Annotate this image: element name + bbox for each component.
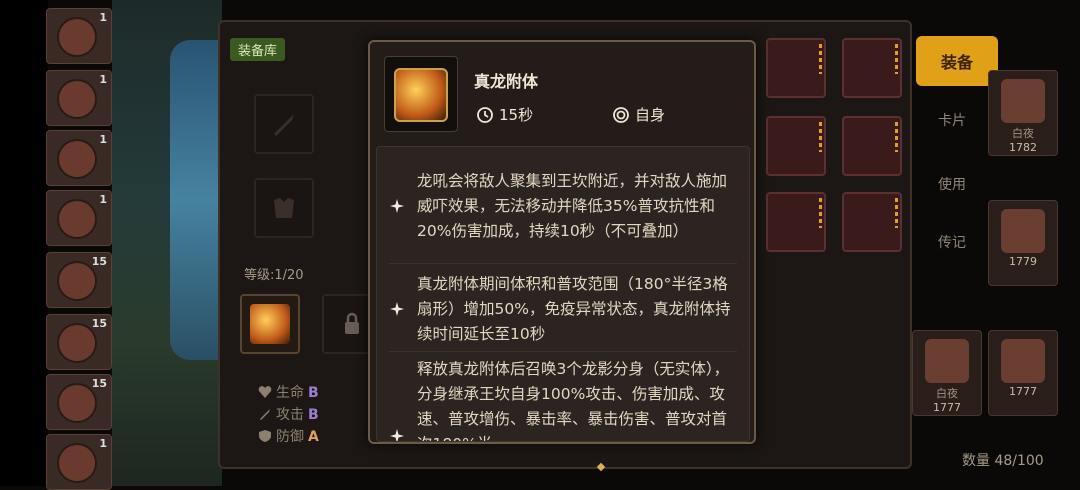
description-text: 释放真龙附体后召唤3个龙影分身（无实体），分身继承王坎自身100%攻击、伤害加成… [417, 360, 730, 441]
sword-icon [274, 114, 294, 136]
panel-title: 装备库 [230, 38, 286, 61]
skill-duration: 15秒 [476, 104, 533, 125]
equipment-item[interactable] [842, 116, 902, 176]
stat-label: 攻击 [276, 407, 304, 423]
sword-icon [260, 409, 270, 420]
duration-value: 15秒 [499, 106, 534, 124]
hero-power: 1777 [1009, 385, 1037, 398]
description-text: 真龙附体期间体积和普攻范围（180°半径3格扇形）增加50%，免疫异常状态，真龙… [417, 274, 731, 343]
screen-edge [0, 0, 48, 486]
hero-portrait[interactable]: 1 [46, 130, 112, 186]
stat-grade: B [308, 385, 319, 401]
skill-target: 自身 [612, 104, 665, 125]
hero-card[interactable]: 白夜 1777 [912, 330, 982, 416]
hero-name: 白夜 [1012, 127, 1034, 140]
hero-portrait[interactable]: 15 [46, 252, 112, 308]
stat-attack: 攻击 B [258, 404, 319, 424]
stat-grade: A [308, 429, 319, 445]
avatar [57, 139, 97, 179]
legend-button[interactable]: 传记 [916, 222, 988, 262]
stat-label: 生命 [276, 385, 304, 401]
skill-description-list: 龙吼会将敌人聚集到王坎附近，并对敌人施加威吓效果，无法移动并降低35%普攻抗性和… [376, 146, 750, 442]
rarity-pips [895, 198, 898, 228]
use-button[interactable]: 使用 [916, 164, 988, 204]
hero-level: 1 [99, 73, 107, 86]
equipment-item[interactable] [766, 116, 826, 176]
hero-level: 1 [99, 133, 107, 146]
armor-slot[interactable] [254, 178, 314, 238]
equipment-level: 等级:1/20 [244, 268, 304, 283]
hero-name: 白夜 [936, 387, 958, 400]
hero-card[interactable]: 1777 [988, 330, 1058, 416]
rarity-pips [895, 122, 898, 152]
avatar [57, 199, 97, 239]
equip-button[interactable]: 装备 [916, 36, 998, 86]
rarity-pips [819, 122, 822, 152]
target-icon [613, 106, 629, 123]
description-item: 释放真龙附体后召唤3个龙影分身（无实体），分身继承王坎自身100%攻击、伤害加成… [377, 357, 749, 441]
skill-slot[interactable] [240, 294, 300, 354]
stat-label: 防御 [276, 429, 304, 445]
description-text: 龙吼会将敌人聚集到王坎附近，并对敌人施加威吓效果，无法移动并降低35%普攻抗性和… [417, 171, 728, 240]
divider [389, 351, 737, 352]
hero-level: 1 [99, 437, 107, 450]
hero-portrait[interactable]: 1 [46, 434, 112, 490]
avatar [1001, 79, 1045, 123]
avatar [925, 339, 969, 383]
avatar [57, 443, 97, 483]
hero-portrait[interactable]: 1 [46, 8, 112, 64]
hero-level: 1 [99, 193, 107, 206]
dragon-skill-icon [250, 304, 290, 344]
target-value: 自身 [635, 106, 666, 124]
heart-icon [258, 386, 272, 398]
hero-portrait[interactable]: 15 [46, 314, 112, 370]
sparkle-icon [377, 302, 417, 316]
hero-level: 15 [91, 377, 107, 390]
hero-level: 1 [99, 11, 107, 24]
equipment-item[interactable] [842, 38, 902, 98]
equipment-item[interactable] [766, 192, 826, 252]
skill-tooltip: 真龙附体 15秒 自身 龙吼会将敌人聚集到王坎附近，并对敌人施加威吓效果，无法移… [368, 40, 756, 444]
card-button[interactable]: 卡片 [916, 100, 988, 140]
hero-level: 15 [91, 317, 107, 330]
hero-portrait[interactable]: 1 [46, 70, 112, 126]
skill-name: 真龙附体 [474, 72, 539, 91]
hero-power: 1777 [933, 401, 961, 414]
hero-card[interactable]: 白夜 1782 [988, 70, 1058, 156]
hero-card[interactable]: 1779 [988, 200, 1058, 286]
hero-power: 1782 [1009, 141, 1037, 154]
dragon-skill-icon [394, 68, 448, 122]
stat-hp: 生命 B [258, 382, 319, 402]
sparkle-icon [377, 199, 417, 213]
lock-icon [345, 312, 359, 334]
equipment-item[interactable] [842, 192, 902, 252]
hero-portrait[interactable]: 15 [46, 374, 112, 430]
sparkle-icon [377, 429, 417, 441]
weapon-slot[interactable] [254, 94, 314, 154]
shield-icon [259, 430, 271, 442]
avatar [57, 79, 97, 119]
avatar [1001, 209, 1045, 253]
hero-portrait-column: 1 1 1 1 15 15 15 1 [46, 0, 112, 490]
rarity-pips [819, 44, 822, 74]
rarity-pips [819, 198, 822, 228]
rarity-pips [895, 44, 898, 74]
divider [389, 263, 737, 264]
hero-power: 1779 [1009, 255, 1037, 268]
armor-icon [274, 198, 294, 218]
equipment-item[interactable] [766, 38, 826, 98]
skill-icon-frame [384, 56, 458, 132]
description-item: 真龙附体期间体积和普攻范围（180°半径3格扇形）增加50%，免疫异常状态，真龙… [377, 267, 749, 351]
game-world-background [112, 0, 240, 486]
avatar [1001, 339, 1045, 383]
avatar [57, 17, 97, 57]
description-item: 龙吼会将敌人聚集到王坎附近，并对敌人施加威吓效果，无法移动并降低35%普攻抗性和… [377, 153, 749, 259]
hero-portrait[interactable]: 1 [46, 190, 112, 246]
hero-level: 15 [91, 255, 107, 268]
clock-icon [477, 106, 493, 123]
stat-defense: 防御 A [258, 426, 319, 446]
stat-grade: B [308, 407, 319, 423]
inventory-count: 数量 48/100 [962, 453, 1044, 469]
